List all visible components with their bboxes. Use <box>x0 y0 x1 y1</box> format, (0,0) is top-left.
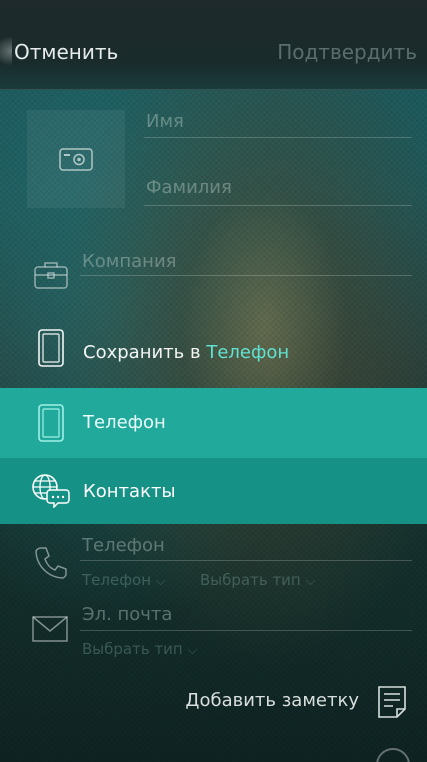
note-icon[interactable] <box>377 685 407 719</box>
chevron-down-icon: ⌵ <box>305 574 316 589</box>
top-bar: Отменить Подтвердить <box>0 0 427 90</box>
save-to-value: Телефон <box>206 342 290 363</box>
email-choose-type-dropdown[interactable]: Выбрать тип ⌵ <box>82 640 197 658</box>
dropdown-option-label: Контакты <box>83 481 176 502</box>
contact-editor-screen: Отменить Подтвердить Имя Фамилия Компани… <box>0 0 427 762</box>
phone-type-value: Телефон <box>82 571 152 589</box>
partial-circle-icon <box>376 748 410 762</box>
phone-device-icon <box>38 329 64 367</box>
save-to-selector[interactable]: Сохранить в Телефон <box>0 322 427 384</box>
dropdown-option-contacts[interactable]: Контакты <box>0 458 427 524</box>
phone-type-dropdown[interactable]: Телефон ⌵ <box>82 571 166 589</box>
save-to-text: Сохранить в <box>83 342 201 363</box>
phone-handset-icon <box>35 547 67 579</box>
dropdown-option-phone[interactable]: Телефон <box>0 388 427 458</box>
cancel-button[interactable]: Отменить <box>0 36 118 66</box>
chevron-down-icon: ⌵ <box>155 574 166 589</box>
globe-chat-icon <box>32 474 70 508</box>
first-name-underline <box>144 137 412 138</box>
camera-icon <box>59 148 93 171</box>
first-name-input[interactable]: Имя <box>146 111 184 132</box>
add-note-button[interactable]: Добавить заметку <box>185 690 359 711</box>
envelope-icon <box>32 616 68 642</box>
phone-choose-type-label: Выбрать тип <box>200 571 301 589</box>
last-name-underline <box>144 205 412 206</box>
save-to-label: Сохранить в Телефон <box>83 342 289 363</box>
email-underline <box>80 630 412 631</box>
confirm-button[interactable]: Подтвердить <box>277 40 417 64</box>
contact-photo-button[interactable] <box>27 110 125 208</box>
company-input[interactable]: Компания <box>82 251 176 272</box>
dropdown-option-label: Телефон <box>83 412 166 433</box>
phone-input[interactable]: Телефон <box>82 535 165 556</box>
email-choose-type-label: Выбрать тип <box>82 640 183 658</box>
briefcase-icon <box>34 262 68 289</box>
phone-device-icon <box>38 404 64 442</box>
last-name-input[interactable]: Фамилия <box>146 177 232 198</box>
phone-underline <box>80 560 412 561</box>
email-input[interactable]: Эл. почта <box>82 604 172 625</box>
phone-choose-type-dropdown[interactable]: Выбрать тип ⌵ <box>200 571 315 589</box>
company-underline <box>80 275 412 276</box>
chevron-down-icon: ⌵ <box>187 643 198 658</box>
